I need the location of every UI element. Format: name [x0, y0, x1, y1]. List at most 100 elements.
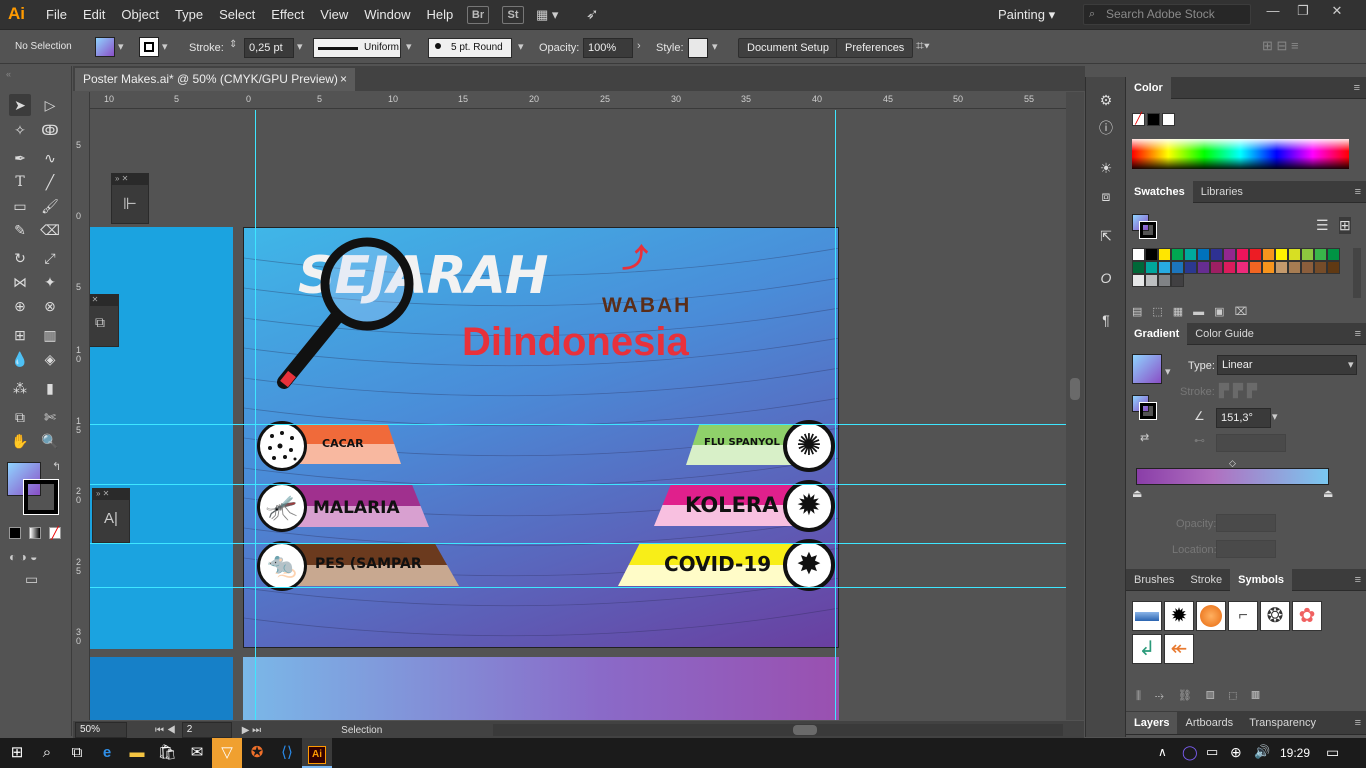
swatch[interactable]: [1158, 261, 1171, 274]
document-tab[interactable]: Poster Makes.ai* @ 50% (CMYK/GPU Preview…: [75, 68, 355, 91]
mosquito-icon[interactable]: 🦟: [257, 482, 307, 532]
lasso-tool-icon[interactable]: ↂ: [39, 119, 61, 141]
chevron-down-icon[interactable]: ▾: [518, 40, 524, 53]
properties-icon[interactable]: ⚙: [1095, 89, 1117, 111]
graphic-style-swatch[interactable]: [688, 38, 708, 58]
guide-vertical[interactable]: [835, 110, 836, 720]
tab-color[interactable]: Color: [1126, 76, 1171, 99]
vertical-ruler[interactable]: 5 0 5 1 0 1 5 2 0 2 5 3 0: [73, 92, 90, 720]
swatch[interactable]: [1236, 261, 1249, 274]
black-swatch[interactable]: [1147, 113, 1160, 126]
swatch[interactable]: [1184, 261, 1197, 274]
panel-menu-icon[interactable]: ≡: [1355, 328, 1361, 340]
chevron-right-icon[interactable]: ›: [637, 40, 641, 52]
tray-chevron-icon[interactable]: ∧: [1158, 745, 1167, 759]
aspect-ratio-field[interactable]: [1216, 434, 1286, 452]
chevron-down-icon[interactable]: ▾: [118, 40, 124, 53]
menu-file[interactable]: File: [38, 0, 75, 30]
column-graph-tool-icon[interactable]: ▮: [39, 377, 61, 399]
arrow-symbol-icon[interactable]: ↲: [1132, 634, 1162, 664]
chevron-down-icon[interactable]: ▾: [712, 40, 718, 53]
swatch[interactable]: [1210, 261, 1223, 274]
illustrator-taskbar-icon[interactable]: Ai: [302, 738, 332, 768]
screen-mode-icon[interactable]: ▭: [25, 571, 38, 588]
color-mode-icon[interactable]: [9, 527, 21, 539]
swatch[interactable]: [1301, 248, 1314, 261]
guide-horizontal[interactable]: [90, 424, 1066, 425]
mesh-tool-icon[interactable]: ⊞: [9, 324, 31, 346]
color-spectrum[interactable]: [1132, 139, 1349, 169]
volume-icon[interactable]: 🔊: [1254, 744, 1270, 760]
gradient-slider[interactable]: [1136, 468, 1329, 485]
tab-artboards[interactable]: Artboards: [1177, 712, 1241, 734]
wreath-symbol-icon[interactable]: ❂: [1260, 601, 1290, 631]
poster-subtitle[interactable]: WABAH: [602, 294, 691, 318]
curvature-tool-icon[interactable]: ∿: [39, 147, 61, 169]
panel-toggle-icon[interactable]: ⊞ ⊟ ≡: [1262, 38, 1299, 54]
line-tool-icon[interactable]: ╱: [39, 171, 61, 193]
swatch[interactable]: [1184, 248, 1197, 261]
swatch[interactable]: [1262, 261, 1275, 274]
stroke-weight-field[interactable]: 0,25 pt: [244, 38, 294, 58]
file-explorer-icon[interactable]: ▬: [122, 738, 152, 768]
bridge-button[interactable]: Br: [467, 6, 489, 24]
opacity-field[interactable]: 100%: [583, 38, 633, 58]
info-icon[interactable]: ⓘ: [1095, 117, 1117, 139]
magic-wand-tool-icon[interactable]: ✧: [9, 119, 31, 141]
draw-mode-icon[interactable]: ◐ ◑ ◒: [9, 550, 37, 564]
menu-window[interactable]: Window: [356, 0, 418, 30]
swatch[interactable]: [1158, 248, 1171, 261]
label-covid[interactable]: COVID-19: [664, 552, 771, 576]
document-setup-button[interactable]: Document Setup: [738, 38, 838, 58]
edge-browser-icon[interactable]: e: [92, 738, 122, 768]
close-tab-icon[interactable]: ×: [340, 68, 347, 91]
scale-tool-icon[interactable]: ⤢: [39, 247, 61, 269]
tab-libraries[interactable]: Libraries: [1193, 181, 1251, 203]
poster-region[interactable]: DiIndonesia: [462, 320, 689, 365]
stroke-indicator[interactable]: [1139, 221, 1157, 239]
panel-menu-icon[interactable]: ≡: [1355, 717, 1361, 729]
swatch[interactable]: [1132, 248, 1145, 261]
chevron-down-icon[interactable]: ▾: [297, 40, 303, 53]
app-icon[interactable]: ▽: [212, 738, 242, 768]
windows-start-icon[interactable]: ⊞: [2, 738, 32, 768]
swatch[interactable]: [1301, 261, 1314, 274]
character-mini-panel[interactable]: » ✕ A|: [92, 488, 130, 543]
canvas-area[interactable]: SEJARAH WABAH DiIndonesia ⤴ CACAR MALARI…: [90, 110, 1066, 720]
horizontal-ruler[interactable]: 10 5 0 5 10 15 20 25 30 35 40 45 50 55: [90, 92, 1066, 109]
eyedropper-tool-icon[interactable]: 💧: [9, 348, 31, 370]
stock-button[interactable]: St: [502, 6, 524, 24]
menu-effect[interactable]: Effect: [263, 0, 312, 30]
workspace-switcher[interactable]: Painting ▾: [998, 7, 1055, 23]
swatch-actions-icon[interactable]: ▤⬚▦▬▣⌧: [1132, 305, 1257, 318]
hand-tool-icon[interactable]: ✋: [9, 430, 31, 452]
swatch[interactable]: [1145, 248, 1158, 261]
width-tool-icon[interactable]: ⋈: [9, 271, 31, 293]
app-icon[interactable]: ✪: [242, 738, 272, 768]
first-artboard-icon[interactable]: ⏮ ◀: [155, 725, 176, 736]
collapse-icon[interactable]: «: [6, 69, 11, 79]
side-artboard-lower[interactable]: [90, 657, 233, 720]
guide-horizontal[interactable]: [90, 587, 1066, 588]
tab-swatches[interactable]: Swatches: [1126, 180, 1193, 203]
list-view-icon[interactable]: ☰: [1316, 217, 1329, 234]
tab-transparency[interactable]: Transparency: [1241, 712, 1324, 734]
shaper-tool-icon[interactable]: ✎: [9, 219, 31, 241]
task-view-icon[interactable]: ⧉: [62, 738, 92, 768]
gradient-stop-right[interactable]: ⏏: [1323, 487, 1333, 500]
symbol-actions-icon[interactable]: ⫼⇢⛓▤⬚▦: [1136, 689, 1274, 703]
label-pes[interactable]: PES (SAMPAR: [315, 556, 422, 572]
magnifier-icon[interactable]: [274, 234, 434, 394]
swatch[interactable]: [1197, 248, 1210, 261]
scroll-thumb[interactable]: [1070, 378, 1080, 400]
scroll-thumb[interactable]: [793, 725, 817, 735]
gradient-mode-icon[interactable]: [29, 527, 41, 539]
coronavirus-icon[interactable]: ✸: [783, 539, 835, 591]
search-icon[interactable]: ⌕: [32, 738, 62, 768]
chevron-down-icon[interactable]: ▾: [1165, 365, 1171, 378]
tab-brushes[interactable]: Brushes: [1126, 569, 1182, 591]
virus-icon[interactable]: ✺: [783, 420, 835, 472]
live-paint-tool-icon[interactable]: ⊗: [39, 295, 61, 317]
swatch[interactable]: [1327, 261, 1340, 274]
close-window-icon[interactable]: ✕: [1322, 0, 1352, 24]
